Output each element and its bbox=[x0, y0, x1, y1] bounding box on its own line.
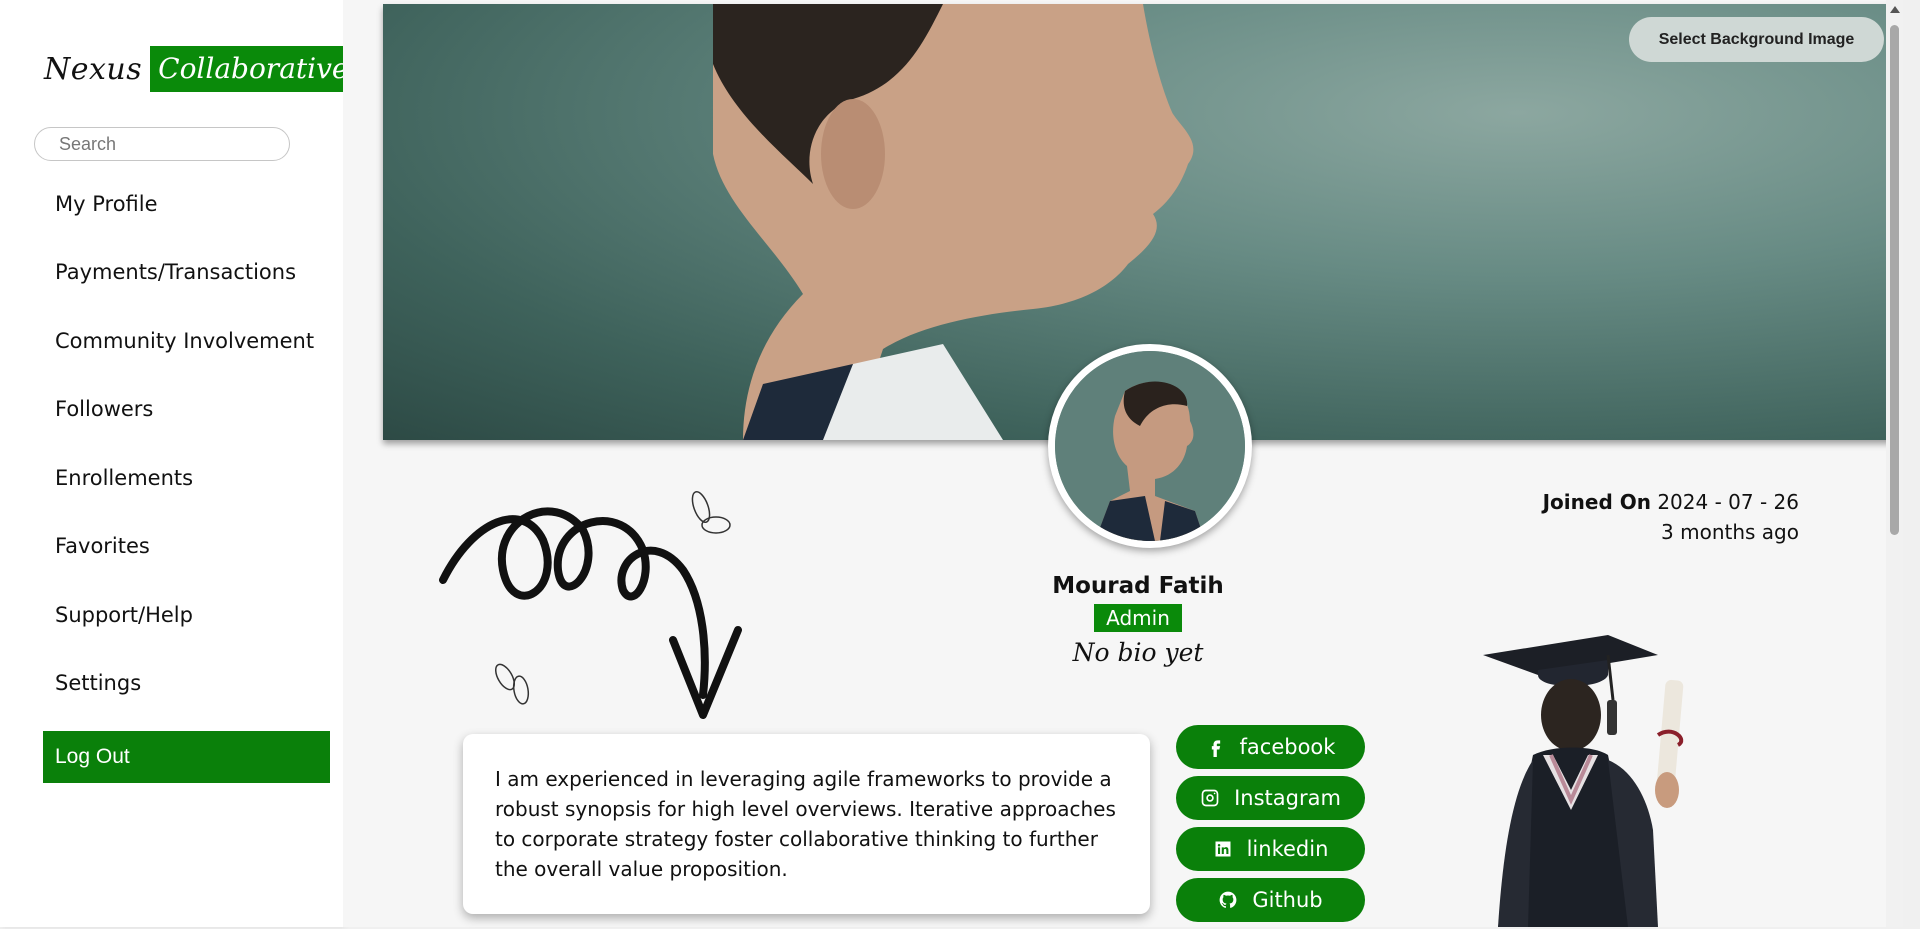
profile-main: Select Background Image Joined On 2024 -… bbox=[343, 0, 1903, 927]
about-card: I am experienced in leveraging agile fra… bbox=[463, 734, 1150, 914]
about-text: I am experienced in leveraging agile fra… bbox=[495, 767, 1116, 881]
profile-identity: Mourad Fatih Admin No bio yet bbox=[938, 570, 1338, 667]
joined-date: 2024 - 07 - 26 bbox=[1657, 490, 1799, 514]
sidebar-item-settings[interactable]: Settings bbox=[55, 671, 141, 695]
brand-name-part1: Nexus bbox=[44, 51, 143, 87]
facebook-label: facebook bbox=[1239, 735, 1336, 759]
page-scrollbar[interactable] bbox=[1886, 0, 1903, 927]
linkedin-icon bbox=[1215, 841, 1231, 857]
joined-label: Joined On bbox=[1542, 490, 1651, 514]
github-button[interactable]: Github bbox=[1176, 878, 1365, 922]
linkedin-label: linkedin bbox=[1246, 837, 1329, 861]
joined-info: Joined On 2024 - 07 - 26 3 months ago bbox=[1543, 487, 1799, 547]
logout-button[interactable]: Log Out bbox=[43, 731, 330, 783]
scroll-up-icon[interactable] bbox=[1890, 6, 1900, 13]
sidebar-item-favorites[interactable]: Favorites bbox=[55, 534, 150, 558]
bio-text: No bio yet bbox=[1072, 638, 1204, 667]
scrollbar-thumb[interactable] bbox=[1890, 25, 1899, 535]
search-input[interactable] bbox=[34, 127, 290, 161]
github-icon bbox=[1219, 891, 1237, 908]
sidebar-item-followers[interactable]: Followers bbox=[55, 397, 153, 421]
brand-logo[interactable]: Nexus Collaborative bbox=[44, 45, 357, 93]
social-links: facebook Instagram linkedin Github bbox=[1176, 725, 1366, 929]
facebook-button[interactable]: facebook bbox=[1176, 725, 1365, 769]
linkedin-button[interactable]: linkedin bbox=[1176, 827, 1365, 871]
avatar-portrait bbox=[1055, 351, 1245, 541]
joined-relative: 3 months ago bbox=[1661, 520, 1799, 544]
facebook-icon bbox=[1211, 740, 1220, 757]
select-background-button[interactable]: Select Background Image bbox=[1629, 17, 1884, 62]
sidebar-item-enrollements[interactable]: Enrollements bbox=[55, 466, 193, 490]
sidebar: Nexus Collaborative My Profile Payments/… bbox=[0, 0, 357, 927]
sidebar-item-my-profile[interactable]: My Profile bbox=[55, 192, 158, 216]
sidebar-item-support[interactable]: Support/Help bbox=[55, 603, 193, 627]
github-label: Github bbox=[1252, 888, 1323, 912]
decorative-arrow-illustration bbox=[439, 491, 742, 719]
instagram-button[interactable]: Instagram bbox=[1176, 776, 1365, 820]
role-badge: Admin bbox=[1094, 604, 1182, 632]
avatar[interactable] bbox=[1048, 344, 1252, 548]
instagram-label: Instagram bbox=[1234, 786, 1341, 810]
sidebar-item-payments[interactable]: Payments/Transactions bbox=[55, 260, 296, 284]
brand-name-part2: Collaborative bbox=[150, 46, 357, 92]
instagram-icon bbox=[1201, 789, 1219, 807]
sidebar-item-community[interactable]: Community Involvement bbox=[55, 329, 314, 353]
user-name: Mourad Fatih bbox=[1052, 573, 1224, 599]
graduate-illustration bbox=[1483, 635, 1684, 927]
